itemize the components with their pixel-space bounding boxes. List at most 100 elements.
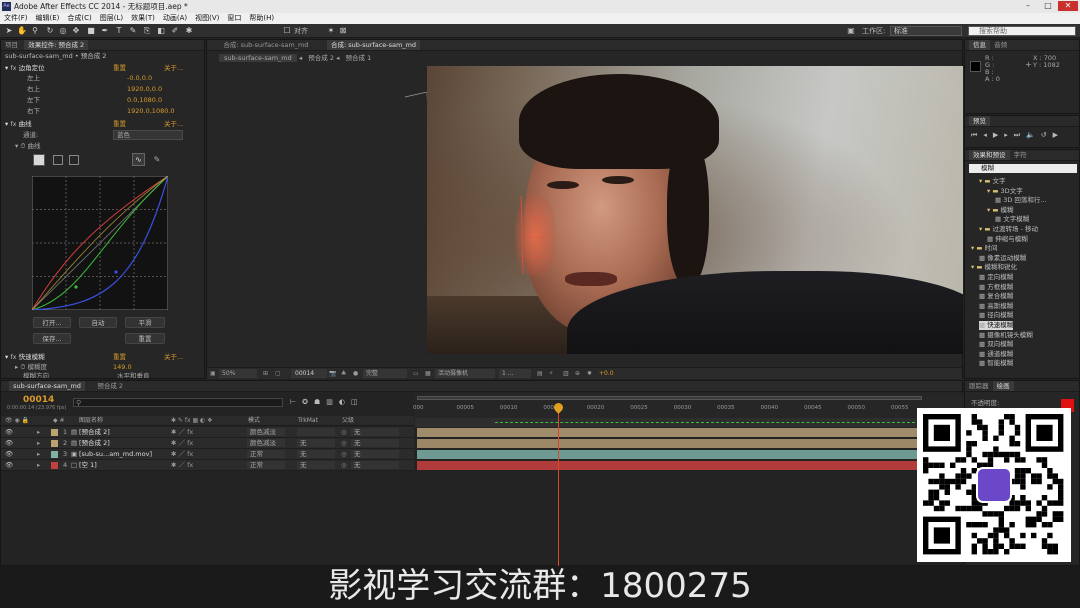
- layer-switches-icon[interactable]: ✱ ／ fx: [171, 427, 193, 438]
- comp-mini-flowchart-icon[interactable]: ⊢: [290, 398, 302, 406]
- selection-tool-icon[interactable]: ➤: [4, 26, 14, 36]
- curves-graph[interactable]: [32, 176, 168, 310]
- maximize-button[interactable]: □: [1038, 1, 1058, 11]
- flow-item-comp[interactable]: sub-surface-sam_md: [219, 54, 297, 62]
- exposure-icon[interactable]: ✹: [587, 368, 592, 380]
- effects-tree-item[interactable]: ▾ ▬ 时间: [971, 244, 998, 253]
- expand-layer-icon[interactable]: ▸: [37, 460, 40, 471]
- layer-switches-icon[interactable]: ✱ ／ fx: [171, 449, 193, 460]
- work-area-bar[interactable]: [417, 396, 922, 400]
- channel-select[interactable]: 蓝色: [113, 130, 183, 140]
- loop-icon[interactable]: ↺: [1041, 131, 1053, 139]
- show-channel-icon[interactable]: ♣: [341, 368, 346, 380]
- corner-pin-value-upper-right[interactable]: 1920.0,0.0: [127, 85, 162, 94]
- playhead[interactable]: [551, 401, 565, 567]
- pen-tool-icon[interactable]: ✒: [100, 26, 110, 36]
- visibility-icon[interactable]: 👁: [5, 460, 13, 471]
- tab-character[interactable]: 字符: [1014, 151, 1027, 159]
- fast-blur-reset[interactable]: 重置: [113, 353, 126, 362]
- effects-tree-item[interactable]: ▾ ▬ 3D文字: [987, 187, 1023, 196]
- menu-effect[interactable]: 效果(T): [127, 13, 159, 24]
- effects-tree-item[interactable]: ▩ 定向模糊: [979, 273, 1013, 282]
- layer-mode-select[interactable]: 正常: [247, 450, 285, 458]
- next-frame-icon[interactable]: ▸: [1004, 131, 1014, 139]
- corner-pin-handles[interactable]: [517, 196, 557, 276]
- tab-audio[interactable]: 音频: [994, 41, 1007, 49]
- effects-tree-item[interactable]: ▩ 复合模糊: [979, 292, 1013, 301]
- curve-property[interactable]: ▾ ⏱ 曲线: [15, 142, 40, 151]
- effects-tree-item[interactable]: ▩ 通道模糊: [979, 350, 1013, 359]
- effects-tree-item[interactable]: ▩ 摄像机镜头模糊: [979, 331, 1033, 340]
- video-frame[interactable]: [427, 66, 963, 354]
- flowchart-icon[interactable]: ⊕: [575, 368, 580, 380]
- effects-tree-item[interactable]: ▦ 3D 回落和行...: [995, 196, 1047, 205]
- fast-blur-about[interactable]: 关于...: [164, 353, 183, 362]
- clone-stamp-tool-icon[interactable]: ⎘: [142, 26, 152, 36]
- corner-pin-value-upper-left[interactable]: -0.0,0.0: [127, 74, 152, 83]
- layer-switches-icon[interactable]: ✱ ／ fx: [171, 460, 193, 471]
- column-parent[interactable]: 父级: [342, 416, 354, 426]
- layer-duration-bar[interactable]: [417, 428, 920, 437]
- effects-tree-item[interactable]: ▩ 方框模糊: [979, 283, 1013, 292]
- rotate-tool-icon[interactable]: ↻: [45, 26, 55, 36]
- effects-tree-item[interactable]: ▾ ▬ 文字: [979, 177, 1006, 186]
- table-row[interactable]: 👁▸1[预合成 2]✱ ／ fx▾▾◎▤颜色减淡无: [1, 427, 414, 438]
- layer-switches-icon[interactable]: ✱ ／ fx: [171, 438, 193, 449]
- parent-pickwhip-icon[interactable]: ◎: [341, 449, 347, 460]
- tab-timeline-comp[interactable]: sub-surface-sam_md: [9, 381, 85, 391]
- visibility-icon[interactable]: 👁: [5, 438, 13, 449]
- corner-pin-value-lower-right[interactable]: 1920.0,1080.0: [127, 107, 175, 116]
- effects-tree-item[interactable]: ▦ 文字模糊: [995, 215, 1029, 224]
- curves-save-button[interactable]: 保存...: [33, 333, 71, 344]
- corner-pin-about[interactable]: 关于...: [164, 64, 183, 73]
- brush-tool-icon[interactable]: ✎: [128, 26, 138, 36]
- expand-layer-icon[interactable]: ▸: [37, 438, 40, 449]
- snapping-checkbox-icon[interactable]: ☐: [282, 26, 292, 36]
- corner-pin-effect[interactable]: ▾ fx 边角定位: [5, 64, 45, 73]
- effects-tree-item[interactable]: ▩ 双向模糊: [979, 340, 1013, 349]
- layer-label-color[interactable]: [51, 429, 58, 436]
- curves-open-button[interactable]: 打开...: [33, 317, 71, 328]
- toggle-pixel-icon[interactable]: ▤: [537, 368, 543, 380]
- effects-tree-item[interactable]: ▦ 伸缩与模糊: [987, 235, 1028, 244]
- parent-pickwhip-icon[interactable]: ◎: [341, 460, 347, 471]
- tab-effect-controls[interactable]: 效果控件: 预合成 2: [24, 40, 89, 50]
- always-preview-icon[interactable]: ▣: [210, 368, 216, 380]
- tab-effects-presets[interactable]: 效果和预设: [969, 150, 1010, 160]
- grid-icon[interactable]: ⊞: [263, 368, 268, 380]
- layer-label-color[interactable]: [51, 462, 58, 469]
- graph-editor-icon[interactable]: ◫: [351, 398, 364, 406]
- pencil-curve-tool-icon[interactable]: ✎: [151, 154, 163, 166]
- layer-parent-select[interactable]: 无: [351, 428, 399, 436]
- blurriness-value[interactable]: 149.0: [113, 363, 132, 372]
- rectangle-tool-icon[interactable]: ■: [86, 26, 96, 36]
- tab-tracker[interactable]: 跟踪器: [969, 382, 989, 390]
- current-time-display[interactable]: 00014: [291, 369, 327, 378]
- table-row[interactable]: 👁▸4[空 1]✱ ／ fx▾▾◎□正常无无: [1, 460, 414, 471]
- layer-mode-select[interactable]: 颜色减淡: [247, 428, 285, 436]
- parent-pickwhip-icon[interactable]: ◎: [341, 438, 347, 449]
- layer-trkmat-select[interactable]: [297, 428, 335, 436]
- motion-blur-icon[interactable]: ◐: [339, 398, 351, 406]
- tab-timeline-precomp[interactable]: 预合成 2: [97, 382, 123, 390]
- exposure-value[interactable]: +0.0: [599, 368, 614, 380]
- layer-label-color[interactable]: [51, 451, 58, 458]
- menu-file[interactable]: 文件(F): [0, 13, 32, 24]
- effects-tree-item[interactable]: ▩ 智能模糊: [979, 359, 1013, 368]
- text-tool-icon[interactable]: T: [114, 26, 124, 36]
- curves-effect[interactable]: ▾ fx 曲线: [5, 120, 32, 129]
- camera-select[interactable]: 活动摄像机: [435, 369, 495, 378]
- curves-smooth-button[interactable]: 平滑: [125, 317, 165, 328]
- curves-auto-button[interactable]: 自动: [79, 317, 117, 328]
- hand-tool-icon[interactable]: ✋: [17, 26, 27, 36]
- effects-tree-item[interactable]: ▩ 径向模糊: [979, 311, 1013, 320]
- timeline-search-input[interactable]: ⚲: [73, 398, 283, 407]
- roi-icon[interactable]: ▭: [413, 368, 419, 380]
- play-icon[interactable]: ▶: [993, 131, 1004, 139]
- column-layer-name[interactable]: 图层名称: [79, 416, 103, 426]
- layer-parent-select[interactable]: 无: [351, 450, 399, 458]
- menu-edit[interactable]: 编辑(E): [32, 13, 64, 24]
- flow-item-precomp-1[interactable]: 预合成 1: [346, 54, 372, 62]
- expand-graph-icon[interactable]: [69, 155, 79, 165]
- last-frame-icon[interactable]: ⏭: [1014, 131, 1026, 139]
